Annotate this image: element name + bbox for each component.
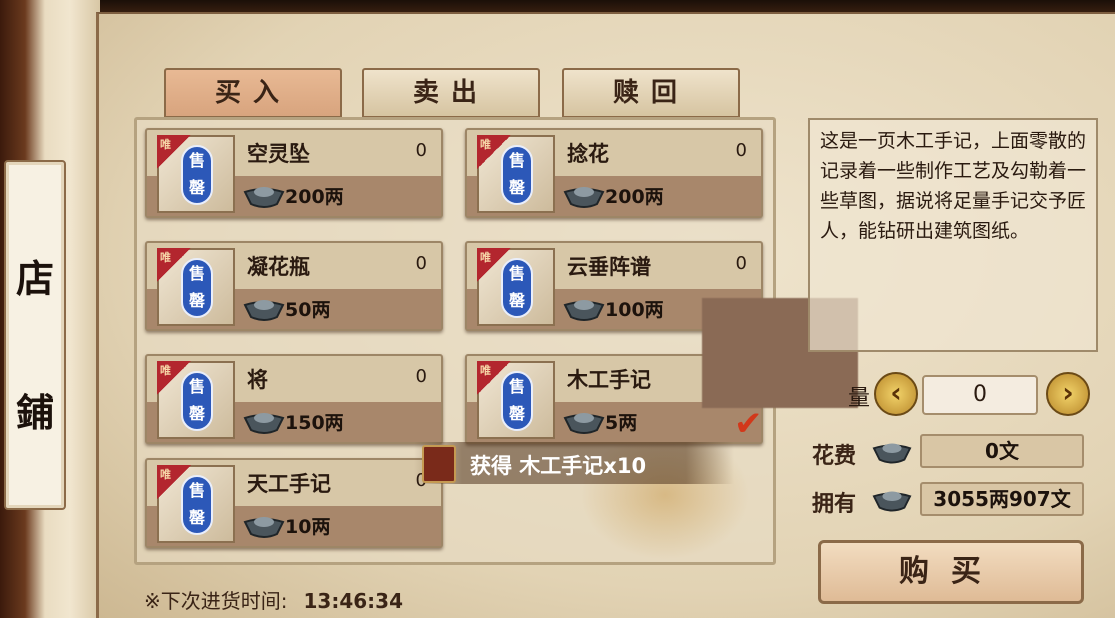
item-icon: 唯 售罄: [157, 361, 235, 439]
silver-ingot-icon: [563, 413, 605, 434]
item-price: 50两: [285, 299, 331, 321]
item-price: 10两: [285, 516, 331, 538]
item-description: 这是一页木工手记，上面零散的记录着一些制作工艺及勾勒着一些草图，据说将足量手记交…: [808, 118, 1098, 352]
sold-out-tag: 售罄: [501, 145, 533, 205]
shop-label: 店 鋪: [4, 160, 66, 510]
left-scroll: 店 鋪: [0, 0, 100, 618]
silver-ingot-icon: [243, 300, 285, 321]
item-icon: 唯 售罄: [477, 135, 555, 213]
item-name: 空灵坠: [247, 142, 310, 166]
silver-ingot-icon: [243, 413, 285, 434]
silver-ingot-icon: [243, 517, 285, 538]
decrease-quantity-button[interactable]: ‹: [874, 372, 918, 416]
silver-ingot-icon: [563, 187, 605, 208]
buy-button[interactable]: 购买: [818, 540, 1084, 604]
item-price: 150两: [285, 412, 344, 434]
owned-value: 3055两907文: [920, 482, 1084, 516]
sold-out-tag: 售罄: [181, 145, 213, 205]
item-count: 0: [735, 253, 747, 274]
restock-time: 13:46:34: [303, 589, 404, 613]
owned-label: 拥有: [812, 492, 857, 517]
tab-buy[interactable]: 买入: [164, 68, 342, 118]
item-price: 100两: [605, 299, 664, 321]
item-card[interactable]: 唯 售罄 将 0 150两: [145, 354, 443, 444]
selected-check-icon: ✔: [734, 404, 763, 444]
silver-ingot-icon: [243, 187, 285, 208]
sold-out-tag: 售罄: [181, 371, 213, 431]
item-icon: 唯 售罄: [157, 248, 235, 326]
silver-ingot-icon: [872, 491, 912, 512]
shop-char-1: 店: [15, 256, 54, 301]
item-icon: 唯 售罄: [477, 248, 555, 326]
sold-out-tag: 售罄: [501, 371, 533, 431]
item-price: 200两: [605, 186, 664, 208]
item-price: 200两: [285, 186, 344, 208]
item-name: 木工手记: [567, 368, 651, 392]
item-icon: 唯 售罄: [477, 361, 555, 439]
cost-value: 0文: [920, 434, 1084, 468]
silver-ingot-icon: [563, 300, 605, 321]
quantity-label: 量: [848, 386, 871, 411]
item-name: 捻花: [567, 142, 609, 166]
item-card[interactable]: 唯 售罄 捻花 0 200两: [465, 128, 763, 218]
item-count: 0: [415, 366, 427, 387]
sold-out-tag: 售罄: [181, 475, 213, 535]
quantity-input[interactable]: 0: [922, 375, 1038, 415]
obtain-text: 获得 木工手记x10: [470, 454, 647, 478]
item-name: 天工手记: [247, 472, 331, 496]
item-icon: 唯 售罄: [157, 135, 235, 213]
restock-label: ※下次进货时间:: [144, 589, 288, 613]
book-icon: [422, 445, 456, 483]
item-card[interactable]: 唯 售罄 凝花瓶 0 50两: [145, 241, 443, 331]
obtain-notification: 获得 木工手记x10: [414, 442, 734, 484]
increase-quantity-button[interactable]: ›: [1046, 372, 1090, 416]
cost-label: 花费: [812, 444, 857, 469]
silver-ingot-icon: [872, 443, 912, 464]
item-card[interactable]: 唯 售罄 空灵坠 0 200两: [145, 128, 443, 218]
restock-timer: ※下次进货时间: 13:46:34: [144, 585, 403, 614]
item-name: 云垂阵谱: [567, 255, 651, 279]
item-icon: 唯 售罄: [157, 465, 235, 543]
item-name: 将: [247, 368, 268, 392]
item-count: 0: [735, 140, 747, 161]
item-card[interactable]: 唯 售罄 天工手记 0 10两: [145, 458, 443, 548]
item-count: 0: [415, 253, 427, 274]
item-count: 0: [415, 140, 427, 161]
item-price: 5两: [605, 412, 638, 434]
sold-out-tag: 售罄: [501, 258, 533, 318]
tab-redeem[interactable]: 赎回: [562, 68, 740, 118]
shop-char-2: 鋪: [15, 390, 54, 435]
sold-out-tag: 售罄: [181, 258, 213, 318]
tab-sell[interactable]: 卖出: [362, 68, 540, 118]
item-name: 凝花瓶: [247, 255, 310, 279]
